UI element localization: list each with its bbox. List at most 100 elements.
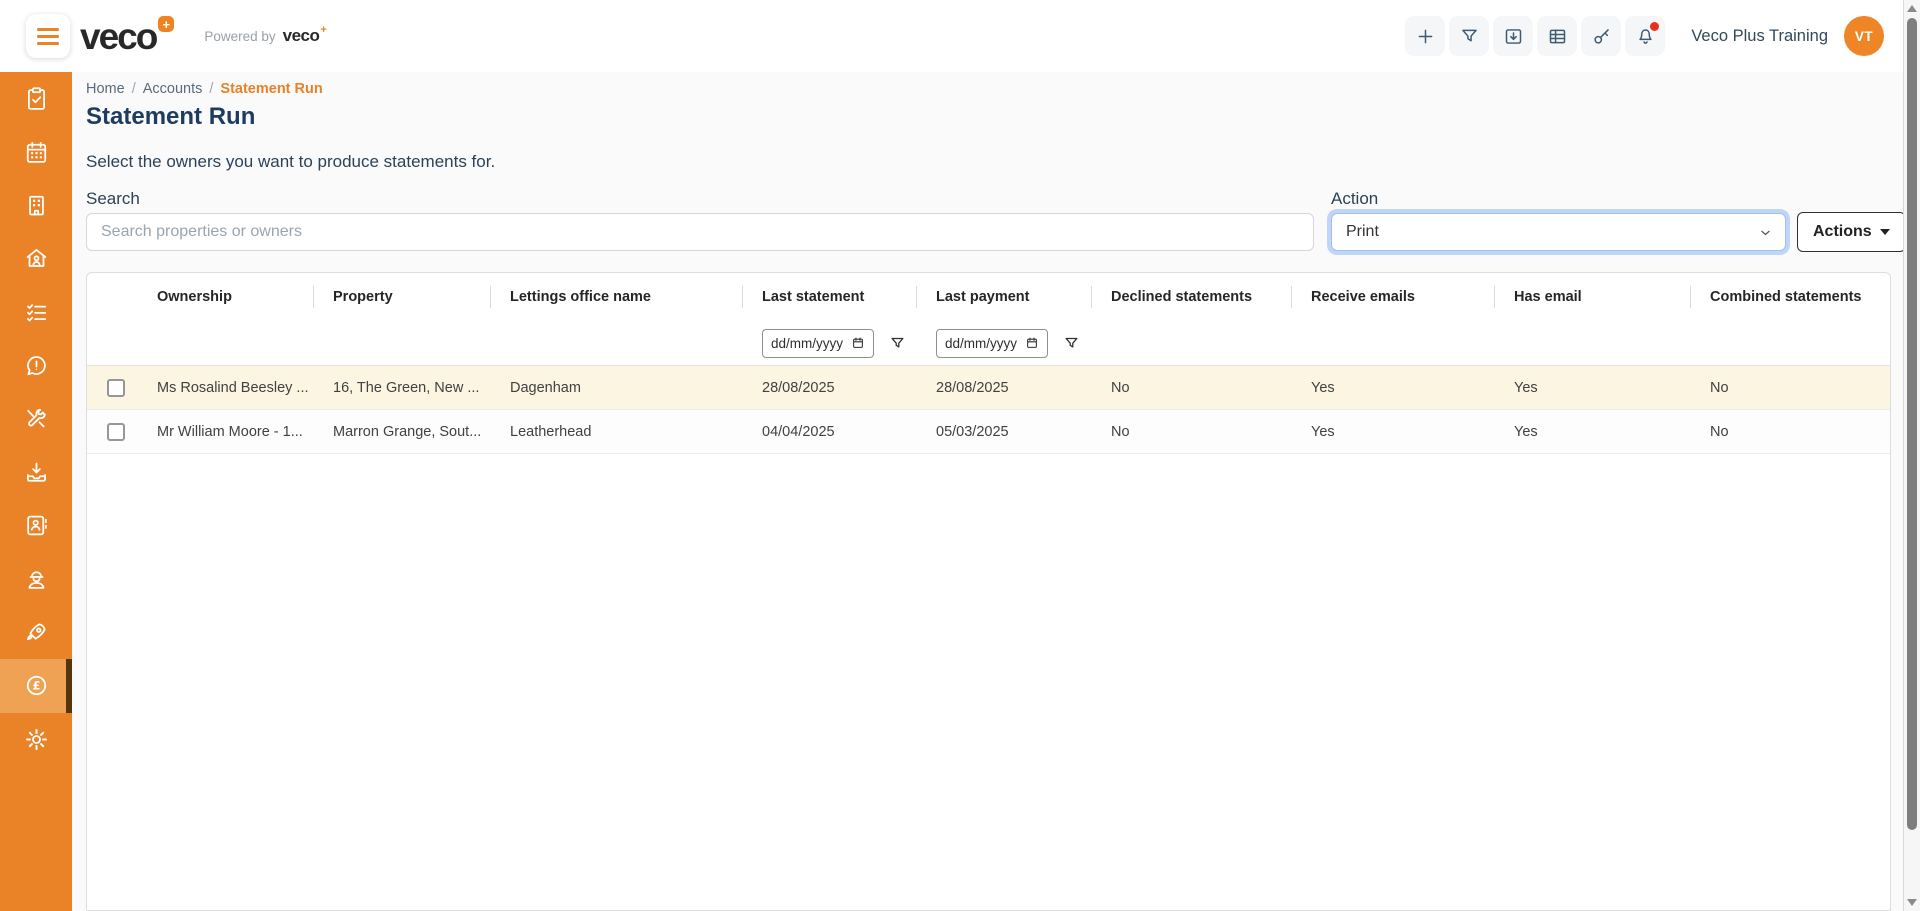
- cell-declined: No: [1091, 410, 1291, 454]
- col-combined-statements: Combined statements: [1690, 273, 1890, 321]
- last-payment-date-filter[interactable]: dd/mm/yyyy: [936, 329, 1048, 358]
- cell-declined: No: [1091, 366, 1291, 410]
- key-button[interactable]: [1581, 16, 1621, 56]
- cell-last-statement: 28/08/2025: [742, 366, 916, 410]
- vertical-scrollbar: [1903, 0, 1920, 911]
- header-checkbox-cell: [87, 273, 147, 321]
- cell-combined: No: [1690, 366, 1890, 410]
- cell-has-email: Yes: [1494, 410, 1690, 454]
- sidebar-item-downloads[interactable]: [0, 446, 72, 499]
- col-declined-statements: Declined statements: [1091, 273, 1291, 321]
- cell-office: Leatherhead: [490, 410, 742, 454]
- notifications-button[interactable]: [1625, 16, 1665, 56]
- hamburger-icon: [37, 28, 59, 31]
- breadcrumb-home[interactable]: Home: [86, 81, 125, 97]
- page-subtitle: Select the owners you want to produce st…: [86, 152, 495, 172]
- chevron-down-icon: [1756, 223, 1775, 242]
- app-window: veco + Powered by veco +: [0, 0, 1920, 911]
- checklist-icon: [24, 300, 49, 325]
- row-checkbox[interactable]: [107, 379, 125, 397]
- cell-receive-emails: Yes: [1291, 410, 1494, 454]
- filter-button[interactable]: [1449, 16, 1489, 56]
- action-select[interactable]: Print: [1331, 213, 1786, 251]
- export-button[interactable]: [1493, 16, 1533, 56]
- sidebar-item-calendar[interactable]: [0, 125, 72, 178]
- account-name[interactable]: Veco Plus Training: [1691, 27, 1828, 46]
- contractor-icon: [24, 567, 49, 592]
- topbar-actions: Veco Plus Training VT: [1401, 0, 1884, 72]
- cell-last-statement: 04/04/2025: [742, 410, 916, 454]
- cell-property: Marron Grange, Sout...: [313, 410, 490, 454]
- search-label: Search: [86, 189, 140, 209]
- col-has-email: Has email: [1494, 273, 1690, 321]
- sidebar-item-maintenance[interactable]: [0, 392, 72, 445]
- gear-icon: [24, 727, 49, 752]
- scroll-up-arrow[interactable]: [1907, 5, 1917, 12]
- pound-circle-icon: £: [24, 673, 49, 698]
- row-checkbox[interactable]: [107, 423, 125, 441]
- svg-text:£: £: [32, 679, 40, 693]
- powered-by: Powered by veco +: [204, 26, 326, 46]
- col-last-statement: Last statement: [742, 273, 916, 321]
- action-label: Action: [1331, 189, 1378, 209]
- breadcrumb-current: Statement Run: [220, 81, 322, 97]
- add-button[interactable]: [1405, 16, 1445, 56]
- sidebar-item-settings[interactable]: [0, 713, 72, 766]
- table-view-button[interactable]: [1537, 16, 1577, 56]
- scrollbar-thumb[interactable]: [1907, 18, 1917, 830]
- logo-text: veco: [80, 18, 156, 55]
- rocket-icon: [24, 620, 49, 645]
- contact-book-icon: [24, 513, 49, 538]
- table-row: Mr William Moore - 1... Marron Grange, S…: [87, 410, 1890, 454]
- cell-ownership: Mr William Moore - 1...: [147, 410, 313, 454]
- key-icon: [1591, 26, 1612, 47]
- sidebar-item-landlords[interactable]: [0, 232, 72, 285]
- tools-icon: [24, 407, 49, 432]
- breadcrumb-accounts[interactable]: Accounts: [143, 81, 203, 97]
- col-ownership: Ownership: [147, 273, 313, 321]
- cell-office: Dagenham: [490, 366, 742, 410]
- sidebar-item-marketing[interactable]: [0, 606, 72, 659]
- table-grid-icon: [1547, 26, 1568, 47]
- box-arrow-down-icon: [1503, 26, 1524, 47]
- calendar-small-icon: [851, 336, 865, 350]
- funnel-icon: [1459, 26, 1480, 47]
- sidebar-item-contractors[interactable]: [0, 553, 72, 606]
- clipboard-check-icon: [24, 86, 49, 111]
- cell-has-email: Yes: [1494, 366, 1690, 410]
- top-bar: veco + Powered by veco +: [0, 0, 1920, 72]
- col-property: Property: [313, 273, 490, 321]
- sidebar-item-checklist[interactable]: [0, 286, 72, 339]
- sidebar-item-messages[interactable]: [0, 339, 72, 392]
- sidebar-nav: £: [0, 72, 72, 911]
- cell-ownership: Ms Rosalind Beesley ...: [147, 366, 313, 410]
- chat-alert-icon: [24, 353, 49, 378]
- page-title: Statement Run: [86, 103, 255, 131]
- search-input[interactable]: [86, 213, 1314, 251]
- avatar[interactable]: VT: [1844, 16, 1884, 56]
- main-content: Home/Accounts/Statement Run Statement Ru…: [72, 72, 1903, 911]
- notification-badge: [1650, 22, 1659, 31]
- cell-last-payment: 05/03/2025: [916, 410, 1091, 454]
- actions-button[interactable]: Actions: [1797, 212, 1906, 252]
- scroll-down-arrow[interactable]: [1907, 899, 1917, 906]
- cell-combined: No: [1690, 410, 1890, 454]
- action-selected-value: Print: [1346, 223, 1379, 241]
- logo-plus-badge: +: [158, 16, 174, 32]
- table-header-row: Ownership Property Lettings office name …: [87, 273, 1890, 321]
- sidebar-item-contacts[interactable]: [0, 499, 72, 552]
- hamburger-menu-button[interactable]: [26, 14, 70, 58]
- veco-logo: veco + Powered by veco +: [80, 0, 327, 72]
- building-icon: [24, 193, 49, 218]
- statement-table: Ownership Property Lettings office name …: [87, 273, 1890, 454]
- sidebar-item-tasks[interactable]: [0, 72, 72, 125]
- breadcrumb: Home/Accounts/Statement Run: [86, 81, 323, 97]
- last-statement-filter-button[interactable]: [889, 335, 906, 352]
- last-statement-date-filter[interactable]: dd/mm/yyyy: [762, 329, 874, 358]
- caret-down-icon: [1880, 229, 1890, 235]
- sidebar-item-offices[interactable]: [0, 179, 72, 232]
- last-payment-filter-button[interactable]: [1063, 335, 1080, 352]
- funnel-small-icon: [1063, 335, 1080, 352]
- calendar-small-icon: [1025, 336, 1039, 350]
- sidebar-item-accounts[interactable]: £: [0, 659, 72, 712]
